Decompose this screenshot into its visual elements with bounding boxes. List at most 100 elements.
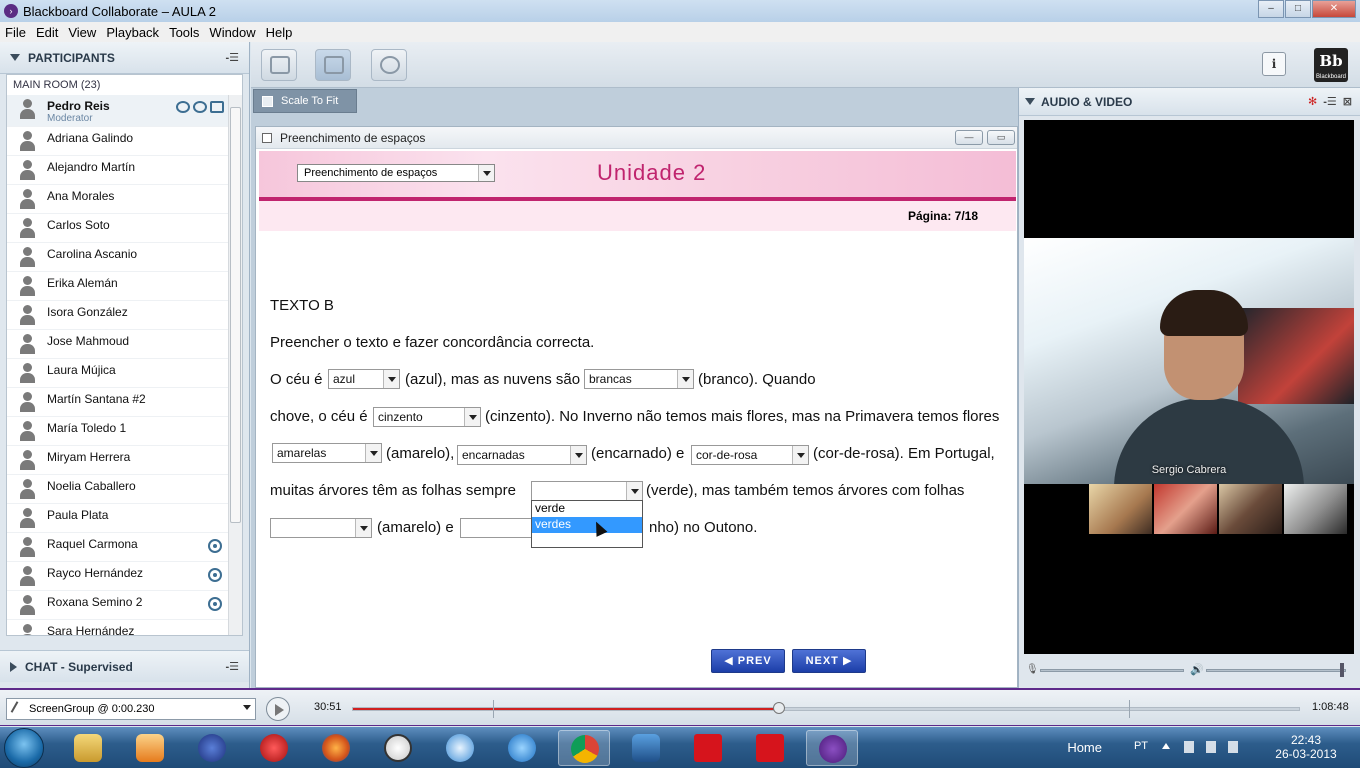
taskbar-firefox[interactable] bbox=[310, 730, 362, 766]
web-tour-button[interactable] bbox=[371, 49, 407, 81]
answer-select[interactable]: cinzento bbox=[373, 407, 481, 427]
clock[interactable]: 22:43 26-03-2013 bbox=[1266, 733, 1346, 761]
menu-playback[interactable]: Playback bbox=[101, 25, 164, 40]
camera-icon[interactable] bbox=[208, 539, 222, 553]
playback-scrubber[interactable] bbox=[772, 702, 785, 714]
camera-icon[interactable] bbox=[208, 568, 222, 582]
participants-scrollbar[interactable] bbox=[228, 95, 242, 635]
participant-row[interactable]: Alejandro Martín bbox=[7, 156, 242, 185]
playback-timeline[interactable] bbox=[352, 700, 1300, 718]
speaker-volume-knob[interactable] bbox=[1340, 663, 1344, 677]
chat-header[interactable]: CHAT - Supervised -☰ bbox=[0, 650, 249, 682]
chevron-down-icon[interactable] bbox=[570, 446, 586, 464]
close-button[interactable]: ✕ bbox=[1312, 0, 1356, 18]
menu-file[interactable]: File bbox=[0, 25, 31, 40]
answer-select[interactable] bbox=[270, 518, 372, 538]
panel-menu-icon[interactable]: -☰ bbox=[225, 660, 239, 673]
participant-row[interactable]: Carolina Ascanio bbox=[7, 243, 242, 272]
chevron-down-icon[interactable] bbox=[677, 370, 693, 388]
taskbar-chrome[interactable] bbox=[558, 730, 610, 766]
taskbar-ie[interactable] bbox=[496, 730, 548, 766]
video-thumbnail[interactable] bbox=[1089, 484, 1152, 534]
maximize-button[interactable]: □ bbox=[1285, 0, 1311, 18]
app-share-button[interactable] bbox=[315, 49, 351, 81]
volume-icon[interactable] bbox=[1228, 741, 1238, 753]
show-hidden-icons-icon[interactable] bbox=[1162, 743, 1170, 749]
close-icon[interactable]: ⊠ bbox=[1343, 95, 1352, 108]
taskbar-collaborate[interactable] bbox=[806, 730, 858, 766]
participant-row[interactable]: Raquel Carmona bbox=[7, 533, 242, 562]
participant-row[interactable]: Paula Plata bbox=[7, 504, 242, 533]
battery-icon[interactable] bbox=[1206, 741, 1216, 753]
answer-select-open[interactable] bbox=[531, 481, 643, 501]
expand-triangle-icon[interactable] bbox=[10, 661, 17, 672]
content-maximize-button[interactable]: ▭ bbox=[987, 130, 1015, 145]
answer-select[interactable]: azul bbox=[328, 369, 400, 389]
participant-row[interactable]: Rayco Hernández bbox=[7, 562, 242, 591]
toolbar-home[interactable]: Home bbox=[1067, 740, 1102, 755]
menu-window[interactable]: Window bbox=[204, 25, 260, 40]
participant-row[interactable]: Laura Mújica bbox=[7, 359, 242, 388]
start-button[interactable] bbox=[4, 728, 44, 768]
collapse-triangle-icon[interactable] bbox=[1025, 98, 1035, 105]
answer-select[interactable] bbox=[460, 518, 540, 538]
taskbar-media[interactable] bbox=[124, 730, 176, 766]
pen-icon[interactable] bbox=[193, 101, 207, 113]
chevron-down-icon[interactable] bbox=[365, 444, 381, 462]
scale-checkbox[interactable] bbox=[262, 95, 273, 107]
taskbar-explorer[interactable] bbox=[62, 730, 114, 766]
section-select[interactable]: Preenchimento de espaços bbox=[297, 164, 495, 182]
camera-icon[interactable] bbox=[176, 101, 190, 113]
av-header[interactable]: AUDIO & VIDEO ✻ -☰ ⊠ bbox=[1019, 88, 1360, 116]
video-thumbnail[interactable] bbox=[1284, 484, 1347, 534]
participant-row[interactable]: Roxana Semino 2 bbox=[7, 591, 242, 620]
scroll-thumb[interactable] bbox=[230, 107, 241, 523]
camera-icon[interactable] bbox=[208, 597, 222, 611]
taskbar-notes[interactable] bbox=[248, 730, 300, 766]
participant-row[interactable]: Ana Morales bbox=[7, 185, 242, 214]
menu-tools[interactable]: Tools bbox=[164, 25, 204, 40]
next-button[interactable]: NEXT ▶ bbox=[792, 649, 866, 673]
participant-row[interactable]: Carlos Soto bbox=[7, 214, 242, 243]
menu-help[interactable]: Help bbox=[261, 25, 298, 40]
recording-select[interactable]: ScreenGroup @ 0:00.230 bbox=[6, 698, 256, 720]
video-thumbnail[interactable] bbox=[1154, 484, 1217, 534]
panel-menu-icon[interactable]: -☰ bbox=[1323, 95, 1337, 108]
taskbar-cocacola-1[interactable] bbox=[682, 730, 734, 766]
menu-view[interactable]: View bbox=[63, 25, 101, 40]
network-icon[interactable] bbox=[1184, 741, 1194, 753]
participant-row[interactable]: Sara Hernández bbox=[7, 620, 242, 635]
answer-select[interactable]: cor-de-rosa bbox=[691, 445, 809, 465]
participant-row[interactable]: María Toledo 1 bbox=[7, 417, 242, 446]
participants-header[interactable]: PARTICIPANTS -☰ bbox=[0, 42, 249, 74]
mic-volume-slider[interactable] bbox=[1040, 669, 1184, 672]
play-button[interactable] bbox=[266, 697, 290, 721]
answer-select[interactable]: amarelas bbox=[272, 443, 382, 463]
language-indicator[interactable]: PT bbox=[1134, 740, 1148, 752]
minimize-button[interactable]: – bbox=[1258, 0, 1284, 18]
taskbar-safari[interactable] bbox=[434, 730, 486, 766]
chevron-down-icon[interactable] bbox=[239, 699, 255, 719]
chevron-down-icon[interactable] bbox=[478, 165, 494, 181]
speaker-volume-slider[interactable] bbox=[1206, 669, 1346, 672]
chevron-down-icon[interactable] bbox=[464, 408, 480, 426]
participant-row[interactable]: Adriana Galindo bbox=[7, 127, 242, 156]
taskbar-contacts[interactable] bbox=[186, 730, 238, 766]
screen-icon[interactable] bbox=[210, 101, 224, 113]
option-verdes[interactable]: verdes bbox=[532, 517, 642, 533]
answer-select[interactable]: brancas bbox=[584, 369, 694, 389]
taskbar-clock[interactable] bbox=[372, 730, 424, 766]
participant-row[interactable]: Jose Mahmoud bbox=[7, 330, 242, 359]
video-thumbnail[interactable] bbox=[1219, 484, 1282, 534]
participant-row[interactable]: Isora González bbox=[7, 301, 242, 330]
taskbar-cocacola-2[interactable] bbox=[744, 730, 796, 766]
menu-edit[interactable]: Edit bbox=[31, 25, 63, 40]
participant-row[interactable]: Noelia Caballero bbox=[7, 475, 242, 504]
chevron-down-icon[interactable] bbox=[383, 370, 399, 388]
taskbar-monitor[interactable] bbox=[620, 730, 672, 766]
answer-select[interactable]: encarnadas bbox=[457, 445, 587, 465]
prev-button[interactable]: ◀ PREV bbox=[711, 649, 785, 673]
panel-menu-icon[interactable]: -☰ bbox=[225, 51, 239, 64]
participant-row[interactable]: Martín Santana #2 bbox=[7, 388, 242, 417]
option-verde[interactable]: verde bbox=[532, 501, 642, 517]
